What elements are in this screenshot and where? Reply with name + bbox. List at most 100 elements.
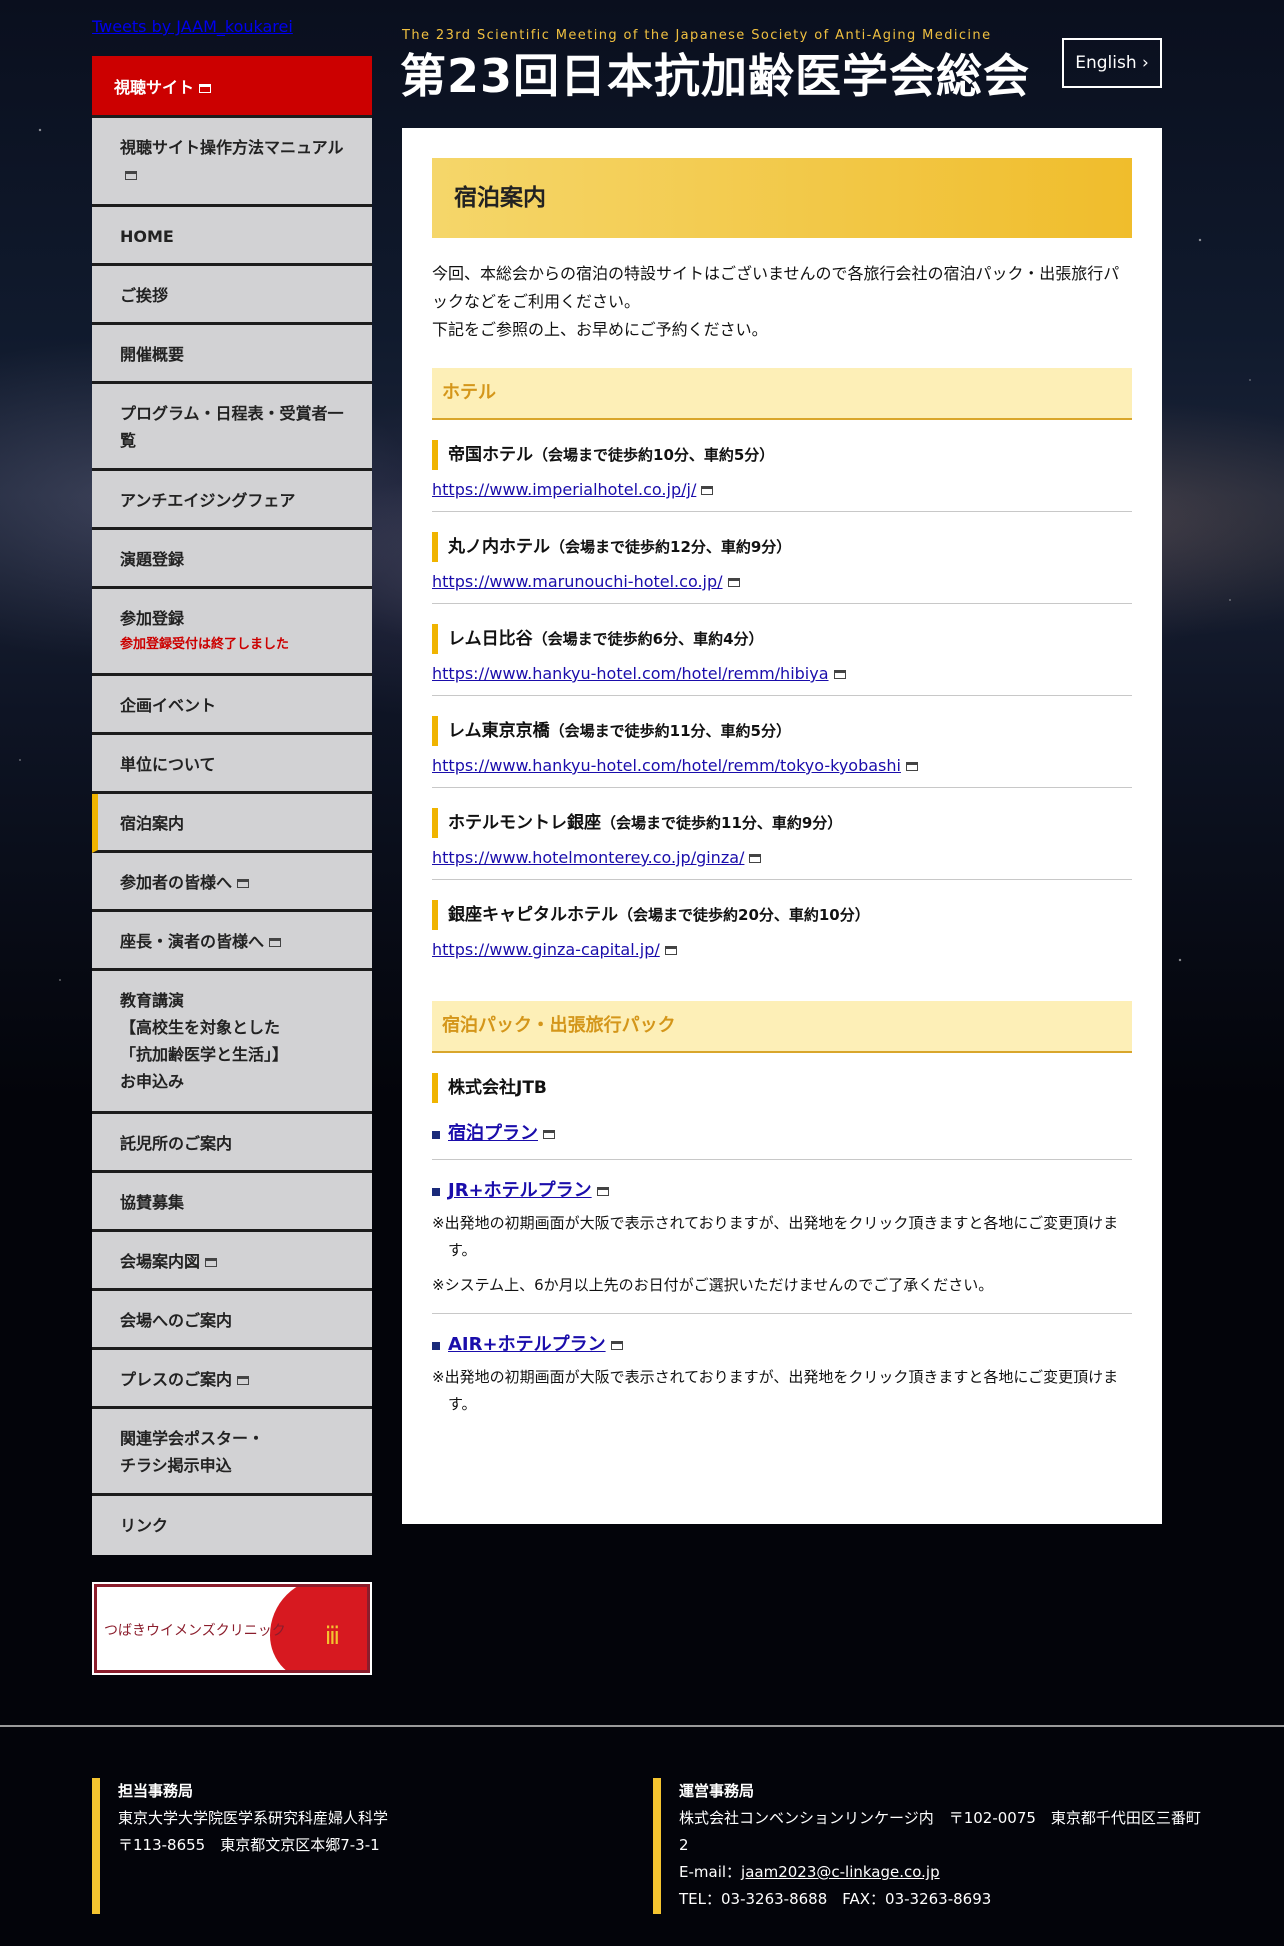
sidebar-item-venue-map[interactable]: 会場案内図 [92, 1232, 372, 1291]
sidebar-item-label: 企画イベント [120, 696, 217, 715]
registration-closed-note: 参加登録受付は終了しました [120, 637, 290, 652]
sidebar-item-press[interactable]: プレスのご案内 [92, 1350, 372, 1409]
intro-text: 今回、本総会からの宿泊の特設サイトはございませんので各旅行会社の宿泊パック・出張… [432, 260, 1132, 344]
sidebar-item-label: 教育講演 【高校生を対象とした 「抗加齢医学と生活」】 お申込み [120, 991, 289, 1091]
footer-text: TEL：03-3263-8688 FAX：03-3263-8693 [679, 1890, 992, 1908]
sidebar-item-label: ご挨拶 [120, 286, 169, 305]
sidebar-item-label: 参加者の皆様へ [120, 873, 233, 892]
jr-hotel-plan-link[interactable]: JR+ホテルプラン [448, 1180, 592, 1201]
external-link-icon [701, 486, 714, 495]
email-link[interactable]: jaam2023@c-linkage.co.jp [741, 1863, 940, 1881]
hotel-name: レム東京京橋（会場まで徒歩約11分、車約5分） [432, 716, 1132, 746]
sidebar-item-label: 協賛募集 [120, 1193, 185, 1212]
sidebar-item-sponsorship[interactable]: 協賛募集 [92, 1173, 372, 1232]
external-link-icon [610, 1341, 623, 1350]
sidebar-item-access[interactable]: 会場へのご案内 [92, 1291, 372, 1350]
hotel-link[interactable]: https://www.ginza-capital.jp/ [432, 940, 660, 959]
sidebar-item-credits[interactable]: 単位について [92, 735, 372, 794]
external-link-icon [199, 84, 212, 93]
external-link-icon [237, 879, 250, 888]
hotel-link[interactable]: https://www.imperialhotel.co.jp/j/ [432, 480, 696, 499]
intro-line-1: 今回、本総会からの宿泊の特設サイトはございませんので各旅行会社の宿泊パック・出張… [432, 264, 1120, 311]
hotel-link[interactable]: https://www.hankyu-hotel.com/hotel/remm/… [432, 756, 901, 775]
plan-note: ※システム上、6か月以上先のお日付がご選択いただけませんのでご了承ください。 [432, 1276, 994, 1294]
hotel-entry: レム日比谷（会場まで徒歩約6分、車約4分） https://www.hankyu… [432, 604, 1132, 696]
english-button[interactable]: English › [1062, 38, 1162, 88]
sidebar-item-manual[interactable]: 視聴サイト操作方法マニュアル [92, 118, 372, 207]
sidebar-item-label: 託児所のご案内 [120, 1134, 233, 1153]
hotel-access-text: （会場まで徒歩約11分、車約9分） [601, 814, 843, 832]
page-title: 宿泊案内 [432, 158, 1132, 238]
sidebar-item-label: 座長・演者の皆様へ [120, 932, 265, 951]
footer-heading: 運営事務局 [679, 1782, 755, 1800]
hotel-name-text: 銀座キャピタルホテル [448, 905, 618, 925]
sidebar-item-viewing-site[interactable]: 視聴サイト [92, 56, 372, 118]
sidebar-item-label: 会場へのご案内 [120, 1311, 233, 1330]
hotel-name: 銀座キャピタルホテル（会場まで徒歩約20分、車約10分） [432, 900, 1132, 930]
air-hotel-plan-link[interactable]: AIR+ホテルプラン [448, 1334, 606, 1355]
hotel-access-text: （会場まで徒歩約12分、車約9分） [550, 538, 792, 556]
sidebar-item-label: 演題登録 [120, 550, 185, 569]
sidebar-item-label: プログラム・日程表・受賞者一覧 [120, 404, 344, 450]
hotel-link[interactable]: https://www.marunouchi-hotel.co.jp/ [432, 572, 723, 591]
plan-entry: JR+ホテルプラン ※出発地の初期画面が大阪で表示されておりますが、出発地をクリ… [432, 1160, 1132, 1314]
bullet-square-icon [432, 1130, 440, 1139]
external-link-icon [749, 854, 762, 863]
plan-note: ※出発地の初期画面が大阪で表示されておりますが、出発地をクリック頂きますと各地に… [432, 1214, 1119, 1259]
sidebar-item-label: HOME [120, 227, 174, 246]
sidebar-item-accommodation[interactable]: 宿泊案内 [92, 794, 372, 853]
hotel-name-text: レム東京京橋 [448, 721, 550, 741]
hotel-access-text: （会場まで徒歩約20分、車約10分） [618, 906, 870, 924]
sidebar-item-program[interactable]: プログラム・日程表・受賞者一覧 [92, 384, 372, 471]
hotel-entry: 丸ノ内ホテル（会場まで徒歩約12分、車約9分） https://www.maru… [432, 512, 1132, 604]
sidebar-item-greeting[interactable]: ご挨拶 [92, 266, 372, 325]
stay-plan-link[interactable]: 宿泊プラン [448, 1123, 538, 1144]
tweets-link[interactable]: Tweets by JAAM_koukarei [92, 17, 293, 36]
sidebar-item-poster[interactable]: 関連学会ポスター・ チラシ掲示申込 [92, 1409, 372, 1496]
hotel-access-text: （会場まで徒歩約10分、車約5分） [533, 446, 775, 464]
footer-secretariat: 担当事務局 東京大学大学院医学系研究科産婦人科学 〒113-8655 東京都文京… [92, 1778, 538, 1914]
sidebar-item-participants[interactable]: 参加者の皆様へ [92, 853, 372, 912]
external-link-icon [205, 1258, 218, 1267]
bullet-square-icon [432, 1341, 440, 1350]
footer-text: 〒113-8655 東京都文京区本郷7-3-1 [118, 1836, 380, 1854]
sidebar-item-abstract[interactable]: 演題登録 [92, 530, 372, 589]
hotel-name: 帝国ホテル（会場まで徒歩約10分、車約5分） [432, 440, 1132, 470]
sidebar-item-chairs-speakers[interactable]: 座長・演者の皆様へ [92, 912, 372, 971]
sidebar-item-label: 会場案内図 [120, 1252, 201, 1271]
plan-note: ※出発地の初期画面が大阪で表示されておりますが、出発地をクリック頂きますと各地に… [432, 1368, 1119, 1413]
email-label: E-mail： [679, 1863, 742, 1881]
footer-divider [0, 1725, 1284, 1727]
company-name: 株式会社JTB [432, 1073, 1132, 1103]
sidebar-item-fair[interactable]: アンチエイジングフェア [92, 471, 372, 530]
hotel-access-text: （会場まで徒歩約11分、車約5分） [549, 722, 791, 740]
company-entry: 株式会社JTB [432, 1053, 1132, 1103]
sidebar-item-childcare[interactable]: 託児所のご案内 [92, 1114, 372, 1173]
external-link-icon [905, 762, 918, 771]
sidebar-item-overview[interactable]: 開催概要 [92, 325, 372, 384]
sidebar-item-label: 視聴サイト [114, 78, 195, 97]
external-link-icon [833, 670, 846, 679]
sidebar-item-events[interactable]: 企画イベント [92, 676, 372, 735]
clinic-banner[interactable]: ⅲ つばきウイメンズクリニック [92, 1582, 372, 1675]
hotel-section-heading: ホテル [432, 368, 1132, 420]
hotel-name: 丸ノ内ホテル（会場まで徒歩約12分、車約9分） [432, 532, 1132, 562]
external-link-icon [664, 946, 677, 955]
external-link-icon [727, 578, 740, 587]
sidebar-item-label: 視聴サイト操作方法マニュアル [120, 138, 344, 157]
bullet-square-icon [432, 1187, 440, 1196]
sidebar-item-home[interactable]: HOME [92, 207, 372, 266]
hotel-link[interactable]: https://www.hotelmonterey.co.jp/ginza/ [432, 848, 744, 867]
sidebar-item-label: 単位について [120, 755, 216, 774]
hotel-access-text: （会場まで徒歩約6分、車約4分） [532, 630, 764, 648]
external-link-icon [543, 1130, 555, 1139]
sidebar-item-registration[interactable]: 参加登録 参加登録受付は終了しました [92, 589, 372, 676]
external-link-icon [125, 171, 137, 180]
site-title[interactable]: 第23回日本抗加齢医学会総会 [400, 48, 1030, 104]
hotel-link[interactable]: https://www.hankyu-hotel.com/hotel/remm/… [432, 664, 829, 683]
sidebar-item-education-lecture[interactable]: 教育講演 【高校生を対象とした 「抗加齢医学と生活」】 お申込み [92, 971, 372, 1114]
sidebar-item-label: 関連学会ポスター・ チラシ掲示申込 [120, 1429, 265, 1475]
hotel-entry: ホテルモントレ銀座（会場まで徒歩約11分、車約9分） https://www.h… [432, 788, 1132, 880]
main-content: 宿泊案内 今回、本総会からの宿泊の特設サイトはございませんので各旅行会社の宿泊パ… [402, 128, 1162, 1524]
sidebar-item-links[interactable]: リンク [92, 1496, 372, 1555]
